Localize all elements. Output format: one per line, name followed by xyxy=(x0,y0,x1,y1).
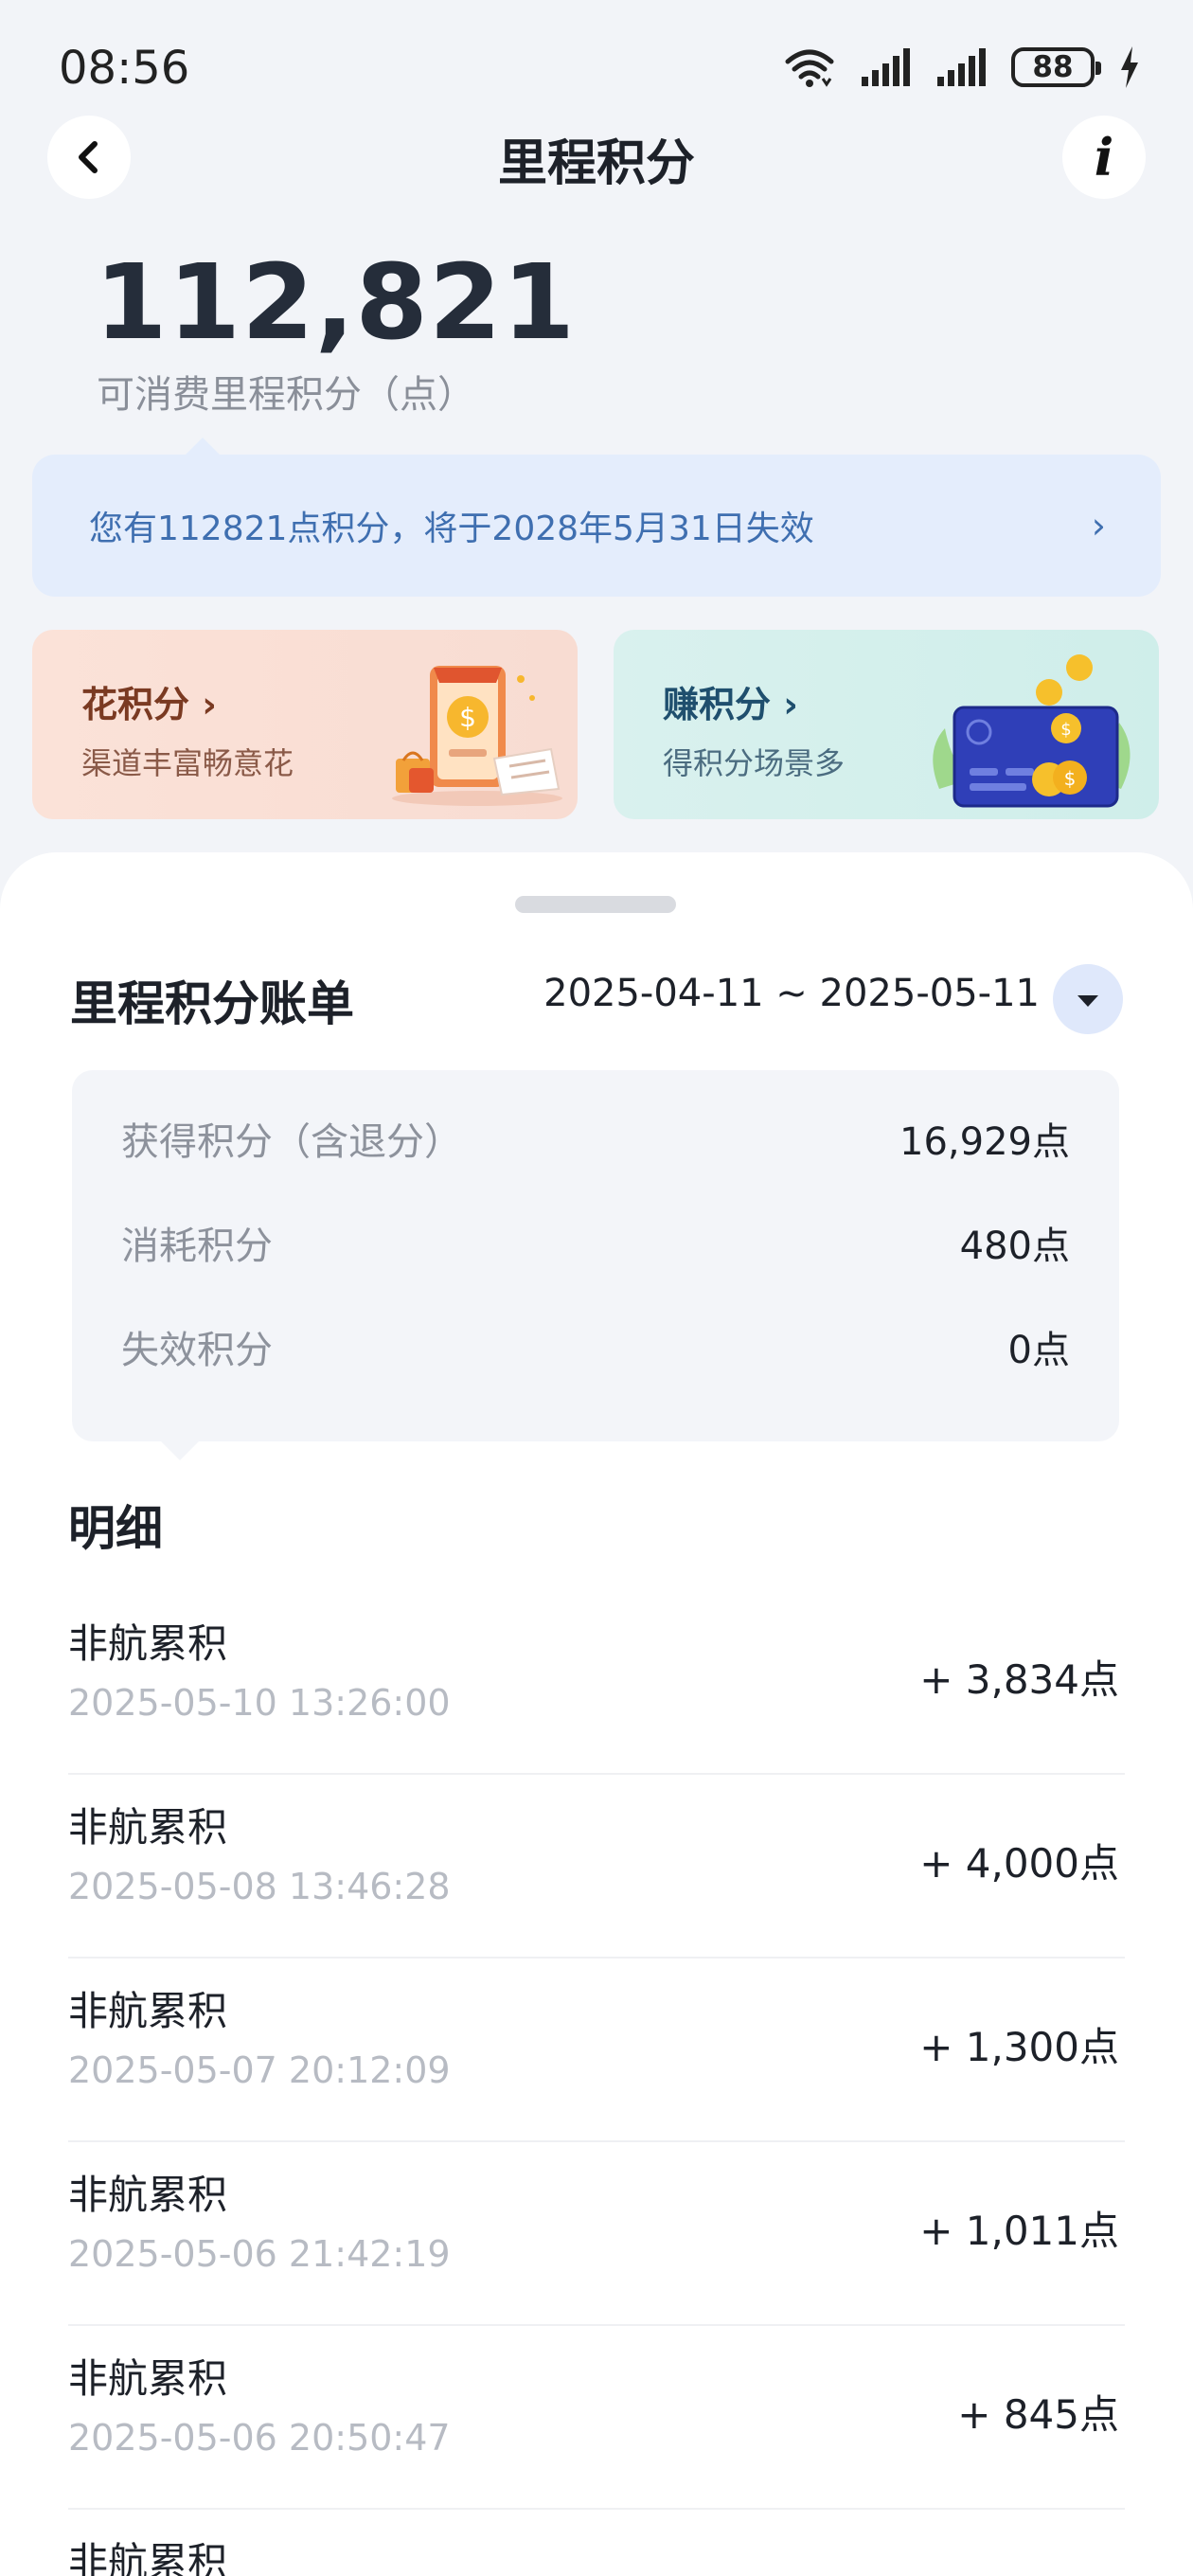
chevron-right-icon: › xyxy=(1091,505,1106,546)
svg-text:$: $ xyxy=(459,702,476,733)
list-item-amount: + 1,300点 xyxy=(919,2024,1119,2070)
list-item-amount: + 4,000点 xyxy=(919,1840,1119,1887)
summary-row-earned: 获得积分（含退分） 16,929点 xyxy=(121,1110,1070,1167)
list-item-time: 2025-05-07 20:12:09 xyxy=(68,2049,451,2091)
list-item[interactable]: 非航累积 2025-05-06 20:50:47 + 845点 xyxy=(68,2326,1125,2510)
list-item-amount: + 3,834点 xyxy=(919,1656,1119,1703)
earn-points-title: 赚积分 › xyxy=(663,684,798,725)
sheet-drag-handle[interactable] xyxy=(515,896,676,913)
list-item-time: 2025-05-06 20:50:47 xyxy=(68,2417,451,2459)
signal-icon xyxy=(937,48,986,86)
status-time: 08:56 xyxy=(59,42,190,95)
summary-label: 消耗积分 xyxy=(121,1225,273,1268)
list-item-title: 非航累积 xyxy=(68,2172,228,2218)
summary-label: 失效积分 xyxy=(121,1329,273,1372)
status-icons: 88 xyxy=(784,44,1140,91)
credit-card-coins-icon: $ $ xyxy=(933,654,1131,808)
list-item[interactable]: 非航累积 2025-05-08 13:46:28 + 4,000点 xyxy=(68,1775,1125,1959)
info-button[interactable]: i xyxy=(1062,116,1146,199)
summary-row-expired: 失效积分 0点 xyxy=(121,1318,1070,1375)
points-balance-label: 可消费里程积分（点） xyxy=(97,373,475,417)
list-item-title: 非航累积 xyxy=(68,1620,228,1667)
list-item[interactable]: 非航累积 2025-05-07 20:12:09 + 1,300点 xyxy=(68,1959,1125,2142)
list-item[interactable]: 非航累积 2025-05-06 21:42:19 + 1,011点 xyxy=(68,2142,1125,2326)
signal-icon xyxy=(862,48,910,86)
info-icon: i xyxy=(1094,127,1114,188)
battery-level: 88 xyxy=(1032,50,1074,84)
spend-points-title: 花积分 › xyxy=(81,684,217,725)
list-item-title: 非航累积 xyxy=(68,2539,228,2576)
summary-value: 0点 xyxy=(1007,1329,1070,1372)
list-item[interactable]: 非航累积 2025-05-10 13:26:00 + 3,834点 xyxy=(68,1591,1125,1775)
list-item-time: 2025-05-08 13:46:28 xyxy=(68,1866,451,1907)
points-balance: 112,821 xyxy=(95,242,577,363)
earn-points-subtitle: 得积分场景多 xyxy=(663,745,846,781)
status-bar: 08:56 88 xyxy=(0,0,1193,123)
date-range-dropdown-button[interactable] xyxy=(1053,964,1123,1034)
details-title: 明细 xyxy=(68,1501,163,1556)
shopping-phone-icon: $ xyxy=(392,666,562,806)
lightning-icon xyxy=(1121,46,1138,88)
points-page: 08:56 88 里程积分 i 112,821 可消费里程积分（点） 您有112… xyxy=(0,0,1193,2576)
svg-text:$: $ xyxy=(1064,767,1077,790)
battery-icon: 88 xyxy=(1011,47,1101,87)
summary-row-consumed: 消耗积分 480点 xyxy=(121,1214,1070,1271)
svg-text:$: $ xyxy=(1060,720,1071,740)
expiry-notice-text: 您有112821点积分，将于2028年5月31日失效 xyxy=(89,510,814,548)
expiry-notice[interactable]: 您有112821点积分，将于2028年5月31日失效 › xyxy=(32,438,1161,597)
bill-title: 里程积分账单 xyxy=(70,976,354,1031)
bill-sheet: 里程积分账单 2025-04-11 ~ 2025-05-11 获得积分（含退分）… xyxy=(0,852,1193,2576)
caret-down-icon xyxy=(1077,995,1098,1007)
bill-summary: 获得积分（含退分） 16,929点 消耗积分 480点 失效积分 0点 xyxy=(72,1070,1119,1460)
list-item-title: 非航累积 xyxy=(68,1804,228,1851)
date-range[interactable]: 2025-04-11 ~ 2025-05-11 xyxy=(543,972,1040,1015)
list-item-amount: + 845点 xyxy=(957,2391,1119,2438)
spend-points-card[interactable]: 花积分 › 渠道丰富畅意花 $ xyxy=(32,630,578,819)
list-item-time: 2025-05-06 21:42:19 xyxy=(68,2233,451,2275)
spend-points-subtitle: 渠道丰富畅意花 xyxy=(81,745,294,781)
earn-points-card[interactable]: 赚积分 › 得积分场景多 $ $ xyxy=(614,630,1159,819)
list-item-title: 非航累积 xyxy=(68,1988,228,2034)
list-item-time: 2025-05-10 13:26:00 xyxy=(68,1682,451,1724)
list-item[interactable]: 非航累积 xyxy=(68,2510,1125,2576)
page-title: 里程积分 xyxy=(497,135,695,192)
summary-value: 480点 xyxy=(959,1225,1070,1268)
wifi-icon xyxy=(785,49,834,87)
list-item-amount: + 1,011点 xyxy=(919,2208,1119,2254)
list-item-title: 非航累积 xyxy=(68,2355,228,2402)
summary-label: 获得积分（含退分） xyxy=(121,1120,462,1164)
summary-value: 16,929点 xyxy=(899,1120,1070,1164)
